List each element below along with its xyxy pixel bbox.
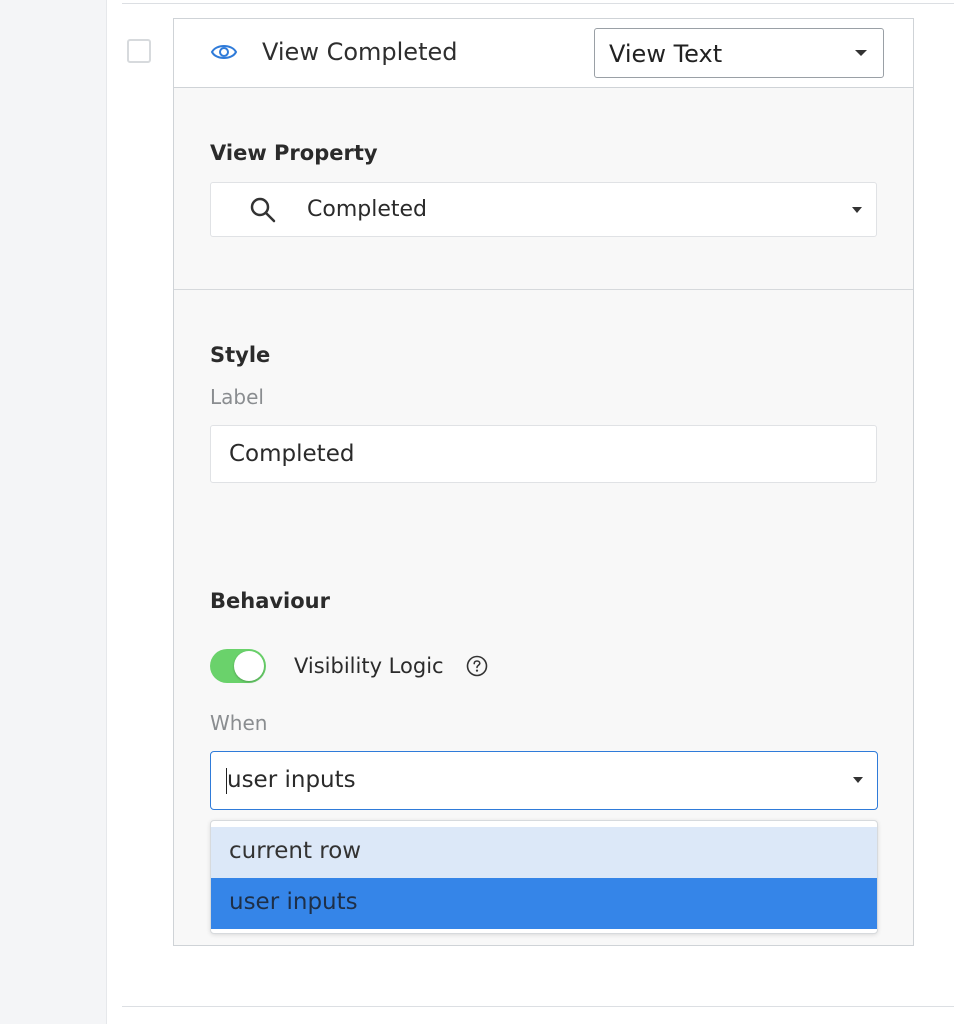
dropdown-option-user-inputs[interactable]: user inputs — [211, 878, 877, 929]
chevron-down-icon — [855, 50, 867, 56]
when-field-label: When — [210, 711, 268, 735]
field-type-select[interactable]: View Text — [594, 28, 884, 78]
when-select[interactable]: user inputs — [210, 751, 878, 810]
label-field-label: Label — [210, 385, 264, 409]
row-select-checkbox[interactable] — [127, 39, 151, 63]
visibility-logic-label: Visibility Logic — [294, 654, 444, 678]
toggle-knob — [234, 651, 264, 681]
field-type-select-value: View Text — [609, 40, 723, 68]
left-sidebar-gutter — [0, 0, 107, 1024]
card-header[interactable]: View Completed View Text — [174, 19, 913, 88]
bottom-divider — [122, 1006, 954, 1007]
label-input[interactable] — [210, 425, 877, 483]
chevron-down-icon — [853, 777, 863, 783]
dropdown-option-label: user inputs — [229, 889, 358, 915]
style-heading: Style — [210, 343, 271, 367]
when-select-value: user inputs — [227, 767, 356, 793]
search-icon — [250, 197, 276, 223]
dropdown-option-label: current row — [229, 838, 362, 864]
visibility-logic-toggle[interactable] — [210, 649, 266, 683]
field-title: View Completed — [262, 38, 458, 66]
help-circle-icon[interactable] — [466, 655, 488, 677]
eye-icon — [210, 45, 238, 59]
dropdown-option-current-row[interactable]: current row — [211, 827, 877, 878]
view-property-heading: View Property — [210, 141, 378, 165]
chevron-down-icon — [852, 207, 862, 213]
section-divider — [174, 289, 913, 290]
view-property-select[interactable]: Completed — [210, 182, 877, 237]
when-dropdown-menu: current row user inputs — [210, 820, 878, 934]
behaviour-heading: Behaviour — [210, 589, 330, 613]
field-config-card: View Completed View Text View Property C… — [173, 18, 914, 946]
view-property-select-value: Completed — [307, 197, 427, 222]
top-divider — [122, 3, 954, 4]
